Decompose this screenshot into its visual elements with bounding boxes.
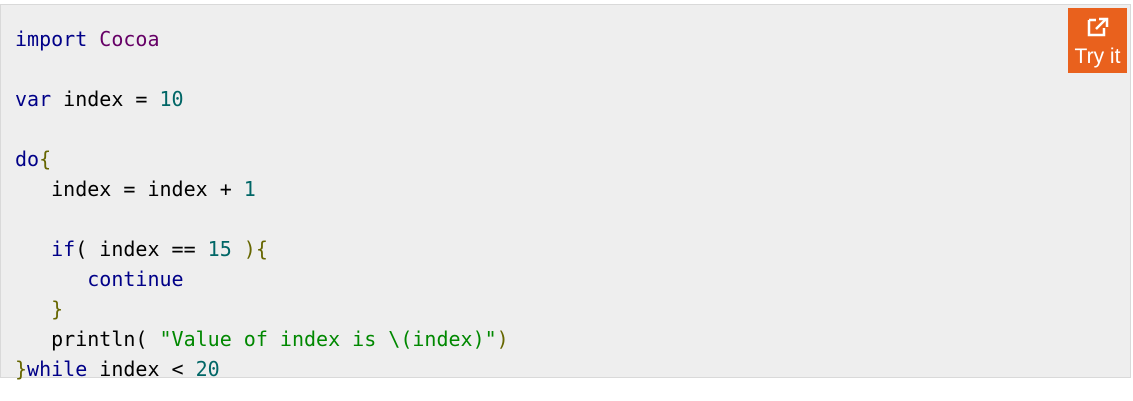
string-token: "Value of index is \(index)" bbox=[159, 327, 497, 351]
punctuation-token: } bbox=[15, 357, 28, 381]
code-line: do{ bbox=[15, 147, 51, 171]
code-line: } bbox=[15, 297, 63, 321]
code-panel: import Cocoa var index = 10 do{ index = … bbox=[0, 4, 1131, 381]
number-token: 1 bbox=[243, 177, 256, 201]
plain-token: println( bbox=[15, 327, 160, 351]
try-it-label: Try it bbox=[1074, 45, 1121, 68]
code-line: continue bbox=[15, 267, 184, 291]
number-token: 20 bbox=[195, 357, 220, 381]
keyword-token: import bbox=[15, 27, 88, 51]
plain-token: index = bbox=[51, 87, 160, 111]
code-line: index = index + 1 bbox=[15, 177, 256, 201]
code-line: println( "Value of index is \(index)") bbox=[15, 327, 509, 351]
punctuation-token: ){ bbox=[231, 237, 268, 261]
plain-token: index = index + bbox=[15, 177, 244, 201]
external-link-icon bbox=[1086, 16, 1110, 38]
keyword-token: if bbox=[51, 237, 76, 261]
type-token: Cocoa bbox=[99, 27, 160, 51]
code-line: }while index < 20 bbox=[15, 357, 220, 381]
punctuation-token: { bbox=[39, 147, 52, 171]
keyword-token: continue bbox=[87, 267, 184, 291]
code-line: if( index == 15 ){ bbox=[15, 237, 268, 261]
code-line: var index = 10 bbox=[15, 87, 184, 111]
keyword-token: while bbox=[27, 357, 88, 381]
plain-token: ( index == bbox=[75, 237, 208, 261]
punctuation-token: ) bbox=[496, 327, 509, 351]
number-token: 10 bbox=[159, 87, 184, 111]
number-token: 15 bbox=[207, 237, 232, 261]
punctuation-token: } bbox=[15, 297, 64, 321]
code-block: import Cocoa var index = 10 do{ index = … bbox=[15, 19, 509, 399]
plain-token: index < bbox=[87, 357, 196, 381]
keyword-token: var bbox=[15, 87, 52, 111]
try-it-button[interactable]: Try it bbox=[1068, 8, 1127, 73]
keyword-token: do bbox=[15, 147, 40, 171]
code-line: import Cocoa bbox=[15, 27, 160, 51]
